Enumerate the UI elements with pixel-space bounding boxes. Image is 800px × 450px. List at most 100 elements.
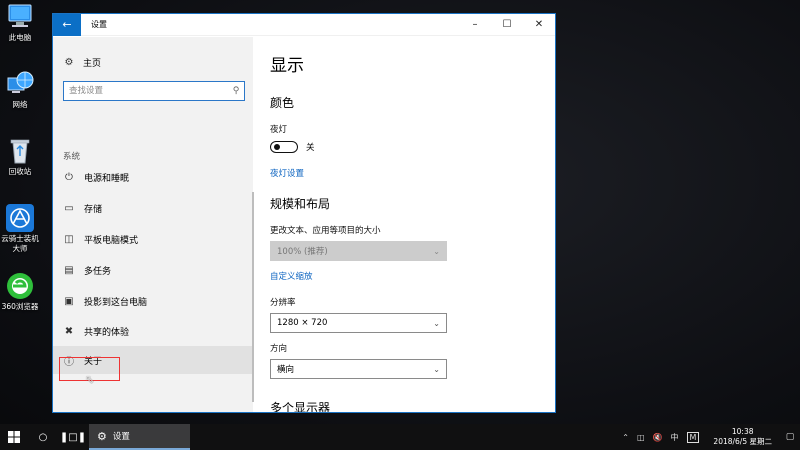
network-icon — [5, 70, 35, 98]
cortana-circle-icon: ○ — [38, 431, 48, 443]
orientation-dropdown[interactable]: 横向 ⌄ — [270, 359, 447, 379]
gear-icon: ⚙ — [97, 429, 107, 443]
info-icon: ⓘ — [64, 356, 74, 368]
desktop-icon-recycle-bin[interactable]: 回收站 — [0, 137, 40, 177]
night-light-settings-link[interactable]: 夜灯设置 — [270, 167, 304, 179]
windows-logo-icon — [8, 431, 20, 443]
sidebar-item-label: 投影到这台电脑 — [84, 297, 148, 308]
color-heading: 颜色 — [270, 96, 295, 110]
sidebar-item-tablet-mode[interactable]: ◫ 平板电脑模式 — [53, 225, 253, 253]
orientation-label: 方向 — [270, 344, 288, 354]
search-button[interactable]: ○ — [28, 424, 58, 450]
taskbar-app-label: 设置 — [112, 432, 130, 442]
browser-360-icon — [5, 272, 35, 300]
tablet-mode-icon: ◫ — [64, 233, 74, 245]
search-icon[interactable]: ⚲ — [228, 86, 244, 96]
maximize-button[interactable]: ☐ — [491, 14, 523, 36]
orientation-value: 横向 — [277, 365, 295, 375]
sidebar-section-label: 系统 — [63, 152, 81, 162]
sidebar-item-label: 平板电脑模式 — [84, 235, 139, 246]
sidebar-item-project[interactable]: ▣ 投影到这台电脑 — [53, 287, 253, 315]
task-view-icon: ❚□❚ — [59, 431, 87, 443]
desktop-icon-label: 网络 — [12, 100, 28, 109]
ime-indicator[interactable]: 中 — [671, 432, 679, 443]
taskbar: ○ ❚□❚ ⚙ 设置 ⌃ ◫ 🔇 中 M 10:38 2018/6/5 星期二 … — [0, 424, 800, 450]
resolution-dropdown[interactable]: 1280 × 720 ⌄ — [270, 313, 447, 333]
sidebar-item-label: 存储 — [84, 204, 103, 215]
desktop-icon-label: 云骑士装机大师 — [1, 234, 39, 253]
close-icon: ✕ — [534, 19, 544, 30]
display-settings-content: 显示 颜色 夜灯 关 夜灯设置 规模和布局 更改文本、应用等项目的大小 100%… — [270, 37, 555, 412]
page-title: 显示 — [270, 56, 304, 76]
chevron-down-icon: ⌄ — [433, 318, 440, 328]
chevron-down-icon: ⌄ — [433, 364, 440, 374]
task-view-button[interactable]: ❚□❚ — [58, 424, 88, 450]
network-status-icon[interactable]: ◫ — [637, 433, 645, 442]
sidebar-item-label: 电源和睡眠 — [84, 173, 130, 184]
scale-dropdown[interactable]: 100% (推荐) ⌄ — [270, 241, 447, 261]
back-button[interactable]: ← — [53, 14, 81, 36]
multiple-displays-heading: 多个显示器 — [270, 401, 331, 413]
night-light-state: 关 — [306, 143, 315, 153]
sidebar-home-label: 主页 — [83, 59, 102, 69]
night-light-toggle[interactable] — [270, 141, 298, 153]
start-button[interactable] — [0, 424, 28, 450]
arrow-left-icon: ← — [62, 18, 72, 31]
scale-label: 更改文本、应用等项目的大小 — [270, 226, 381, 236]
sidebar-item-multitasking[interactable]: ▤ 多任务 — [53, 256, 253, 284]
desktop-icon-label: 回收站 — [8, 167, 32, 176]
m-indicator[interactable]: M — [686, 431, 700, 443]
sidebar-item-label: 关于 — [84, 356, 103, 367]
sidebar-item-power-sleep[interactable]: ⏻ 电源和睡眠 — [53, 163, 253, 191]
desktop-icon-label: 360浏览器 — [1, 302, 39, 311]
multitasking-icon: ▤ — [64, 264, 74, 276]
scale-value: 100% (推荐) — [277, 247, 328, 257]
shared-experience-icon: ✖ — [64, 325, 74, 337]
custom-scale-link[interactable]: 自定义缩放 — [270, 270, 313, 282]
window-title: 设置 — [91, 20, 107, 29]
storage-icon: ▭ — [64, 202, 74, 214]
gear-icon: ⚙ — [64, 57, 74, 68]
night-light-label: 夜灯 — [270, 125, 288, 135]
mouse-cursor-icon: ⬁ — [85, 373, 95, 386]
settings-sidebar: ⚙ 主页 ⚲ 系统 ⏻ 电源和睡眠 ▭ 存储 ◫ 平板电脑模式 ▤ 多任务 ▣ … — [53, 37, 253, 412]
taskbar-clock[interactable]: 10:38 2018/6/5 星期二 — [713, 427, 772, 447]
computer-icon — [5, 3, 35, 31]
desktop-icon-label: 此电脑 — [8, 33, 32, 42]
desktop-icon-network[interactable]: 网络 — [0, 70, 40, 110]
notification-icon[interactable]: ▢ — [780, 432, 800, 442]
system-tray: ⌃ ◫ 🔇 中 M 10:38 2018/6/5 星期二 ▢ — [618, 424, 800, 450]
chevron-up-icon[interactable]: ⌃ — [622, 433, 629, 442]
sidebar-item-about[interactable]: ⓘ 关于 — [53, 346, 253, 374]
settings-window: ← 设置 – ☐ ✕ ⚙ 主页 ⚲ 系统 ⏻ 电源和睡眠 ▭ 存储 ◫ 平板电脑… — [52, 13, 556, 413]
recycle-bin-icon — [5, 137, 35, 165]
maximize-icon: ☐ — [502, 19, 512, 30]
sidebar-item-storage[interactable]: ▭ 存储 — [53, 194, 253, 222]
clock-time: 10:38 — [731, 427, 754, 436]
desktop-icon-360-browser[interactable]: 360浏览器 — [0, 272, 40, 312]
taskbar-app-settings[interactable]: ⚙ 设置 — [89, 424, 190, 450]
volume-muted-icon[interactable]: 🔇 — [653, 433, 663, 442]
sidebar-item-label: 多任务 — [84, 266, 112, 277]
resolution-value: 1280 × 720 — [277, 318, 328, 328]
resolution-label: 分辨率 — [270, 298, 296, 308]
title-bar: ← 设置 – ☐ ✕ — [53, 14, 555, 36]
desktop-icon-this-pc[interactable]: 此电脑 — [0, 3, 40, 43]
sidebar-item-home[interactable]: ⚙ 主页 — [63, 56, 102, 69]
project-icon: ▣ — [64, 295, 74, 307]
yunqishi-icon — [5, 204, 35, 232]
desktop-icon-yunqishi[interactable]: 云骑士装机大师 — [0, 204, 40, 254]
minimize-icon: – — [472, 19, 478, 30]
clock-date: 2018/6/5 星期二 — [713, 437, 772, 446]
sidebar-scrollbar[interactable] — [252, 192, 254, 402]
minimize-button[interactable]: – — [459, 14, 491, 36]
scale-layout-heading: 规模和布局 — [270, 197, 331, 211]
search-box[interactable]: ⚲ — [63, 81, 245, 101]
power-icon: ⏻ — [65, 171, 73, 183]
sidebar-item-label: 共享的体验 — [84, 327, 130, 338]
sidebar-item-shared-experiences[interactable]: ✖ 共享的体验 — [53, 317, 253, 345]
close-button[interactable]: ✕ — [523, 14, 555, 36]
search-input[interactable] — [64, 83, 228, 99]
toggle-knob — [274, 143, 280, 150]
chevron-down-icon: ⌄ — [433, 246, 440, 256]
